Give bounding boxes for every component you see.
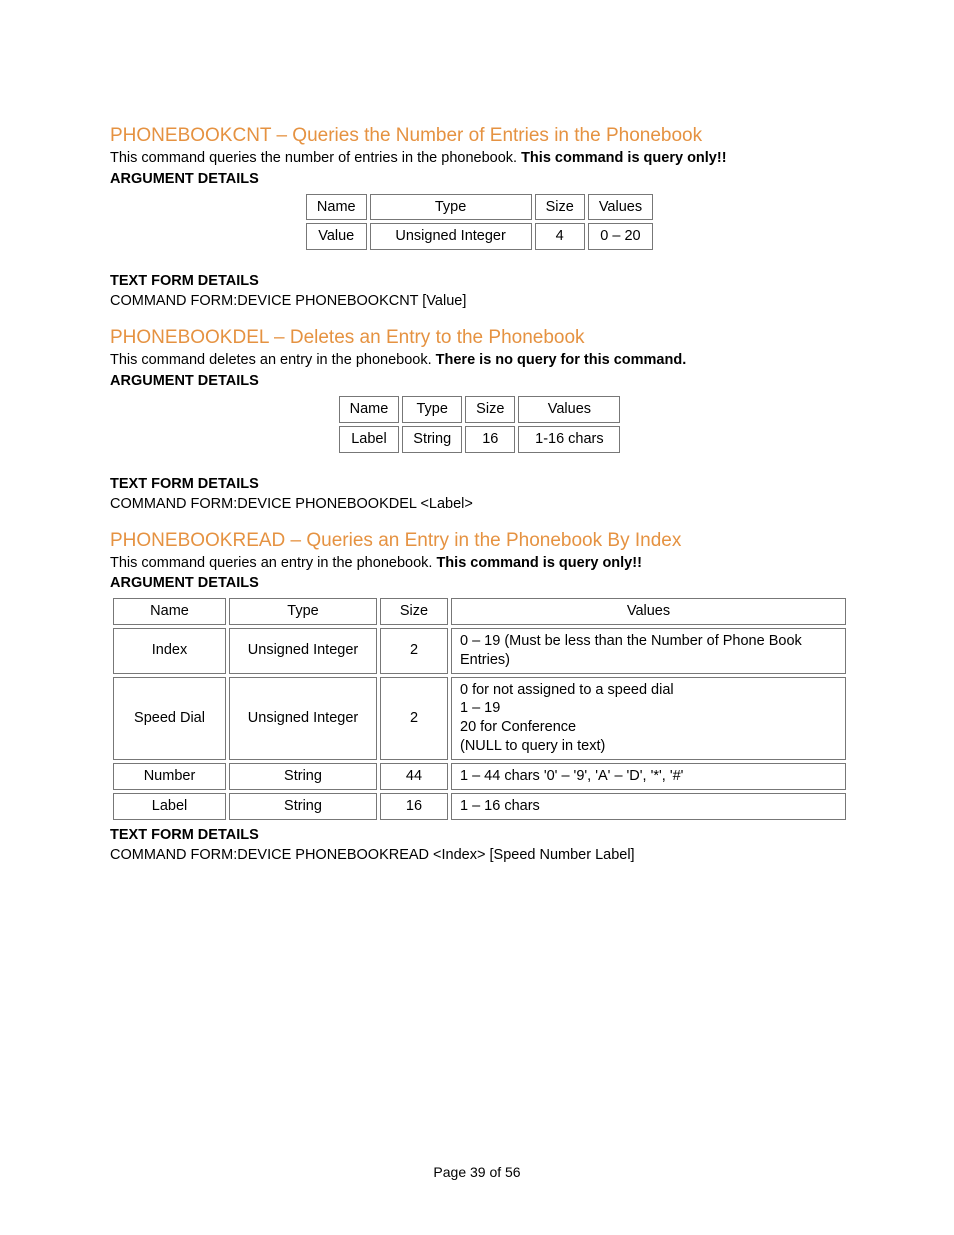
td-size: 4 [535,223,585,250]
td-values: 1 – 44 chars '0' – '9', 'A' – 'D', '*', … [451,763,846,790]
th-size: Size [535,194,585,221]
td-size: 44 [380,763,448,790]
text-form-value: COMMAND FORM:DEVICE PHONEBOOKCNT [Value] [110,293,849,309]
th-type: Type [370,194,532,221]
table-row: Index Unsigned Integer 2 0 – 19 (Must be… [113,628,846,674]
td-size: 16 [380,793,448,820]
arg-details-label: ARGUMENT DETAILS [110,575,849,591]
arg-details-label: ARGUMENT DETAILS [110,373,849,389]
desc-phonebookdel: This command deletes an entry in the pho… [110,351,849,371]
td-name: Number [113,763,226,790]
heading-phonebookdel: PHONEBOOKDEL – Deletes an Entry to the P… [110,327,849,349]
table-row: Label String 16 1 – 16 chars [113,793,846,820]
th-values: Values [588,194,653,221]
heading-phonebookread: PHONEBOOKREAD – Queries an Entry in the … [110,530,849,552]
table-row: Label String 16 1-16 chars [339,426,621,453]
table-header-row: Name Type Size Values [306,194,653,221]
desc-phonebookcnt: This command queries the number of entri… [110,149,849,169]
th-size: Size [465,396,515,423]
td-type: String [229,763,377,790]
td-size: 16 [465,426,515,453]
page-footer: Page 39 of 56 [0,1164,954,1180]
td-name: Label [113,793,226,820]
td-name: Value [306,223,367,250]
section-phonebookdel: PHONEBOOKDEL – Deletes an Entry to the P… [110,327,849,511]
th-values: Values [451,598,846,625]
desc-text: This command queries the number of entri… [110,150,521,166]
td-type: Unsigned Integer [229,677,377,760]
th-name: Name [113,598,226,625]
text-form-value: COMMAND FORM:DEVICE PHONEBOOKREAD <Index… [110,847,849,863]
table-phonebookcnt: Name Type Size Values Value Unsigned Int… [303,191,656,254]
text-form-label: TEXT FORM DETAILS [110,827,849,843]
desc-bold: This command is query only!! [436,555,641,571]
table-row: Speed Dial Unsigned Integer 2 0 for not … [113,677,846,760]
td-type: Unsigned Integer [370,223,532,250]
th-type: Type [229,598,377,625]
page-content: PHONEBOOKCNT – Queries the Number of Ent… [0,0,954,1235]
value-line: 0 for not assigned to a speed dial [460,682,674,698]
td-values: 0 – 19 (Must be less than the Number of … [451,628,846,674]
td-values: 1 – 16 chars [451,793,846,820]
table-row: Value Unsigned Integer 4 0 – 20 [306,223,653,250]
heading-phonebookcnt: PHONEBOOKCNT – Queries the Number of Ent… [110,125,849,147]
desc-bold: This command is query only!! [521,150,726,166]
text-form-label: TEXT FORM DETAILS [110,476,849,492]
th-name: Name [339,396,400,423]
th-values: Values [518,396,620,423]
td-size: 2 [380,677,448,760]
th-name: Name [306,194,367,221]
td-type: String [229,793,377,820]
text-form-label: TEXT FORM DETAILS [110,273,849,289]
th-size: Size [380,598,448,625]
table-header-row: Name Type Size Values [113,598,846,625]
td-name: Label [339,426,400,453]
table-phonebookread: Name Type Size Values Index Unsigned Int… [110,595,849,823]
desc-text: This command deletes an entry in the pho… [110,352,436,368]
value-line: 20 for Conference [460,719,576,735]
desc-text: This command queries an entry in the pho… [110,555,436,571]
value-line: 1 – 19 [460,700,500,716]
table-phonebookdel: Name Type Size Values Label String 16 1-… [336,393,624,456]
table-header-row: Name Type Size Values [339,396,621,423]
value-line: (NULL to query in text) [460,738,605,754]
td-name: Speed Dial [113,677,226,760]
th-type: Type [402,396,462,423]
td-values: 0 for not assigned to a speed dial 1 – 1… [451,677,846,760]
td-size: 2 [380,628,448,674]
desc-phonebookread: This command queries an entry in the pho… [110,554,849,574]
arg-details-label: ARGUMENT DETAILS [110,171,849,187]
desc-bold: There is no query for this command. [436,352,687,368]
section-phonebookread: PHONEBOOKREAD – Queries an Entry in the … [110,530,849,863]
table-row: Number String 44 1 – 44 chars '0' – '9',… [113,763,846,790]
td-values: 0 – 20 [588,223,653,250]
td-values: 1-16 chars [518,426,620,453]
td-type: Unsigned Integer [229,628,377,674]
td-name: Index [113,628,226,674]
section-phonebookcnt: PHONEBOOKCNT – Queries the Number of Ent… [110,125,849,309]
td-type: String [402,426,462,453]
text-form-value: COMMAND FORM:DEVICE PHONEBOOKDEL <Label> [110,496,849,512]
